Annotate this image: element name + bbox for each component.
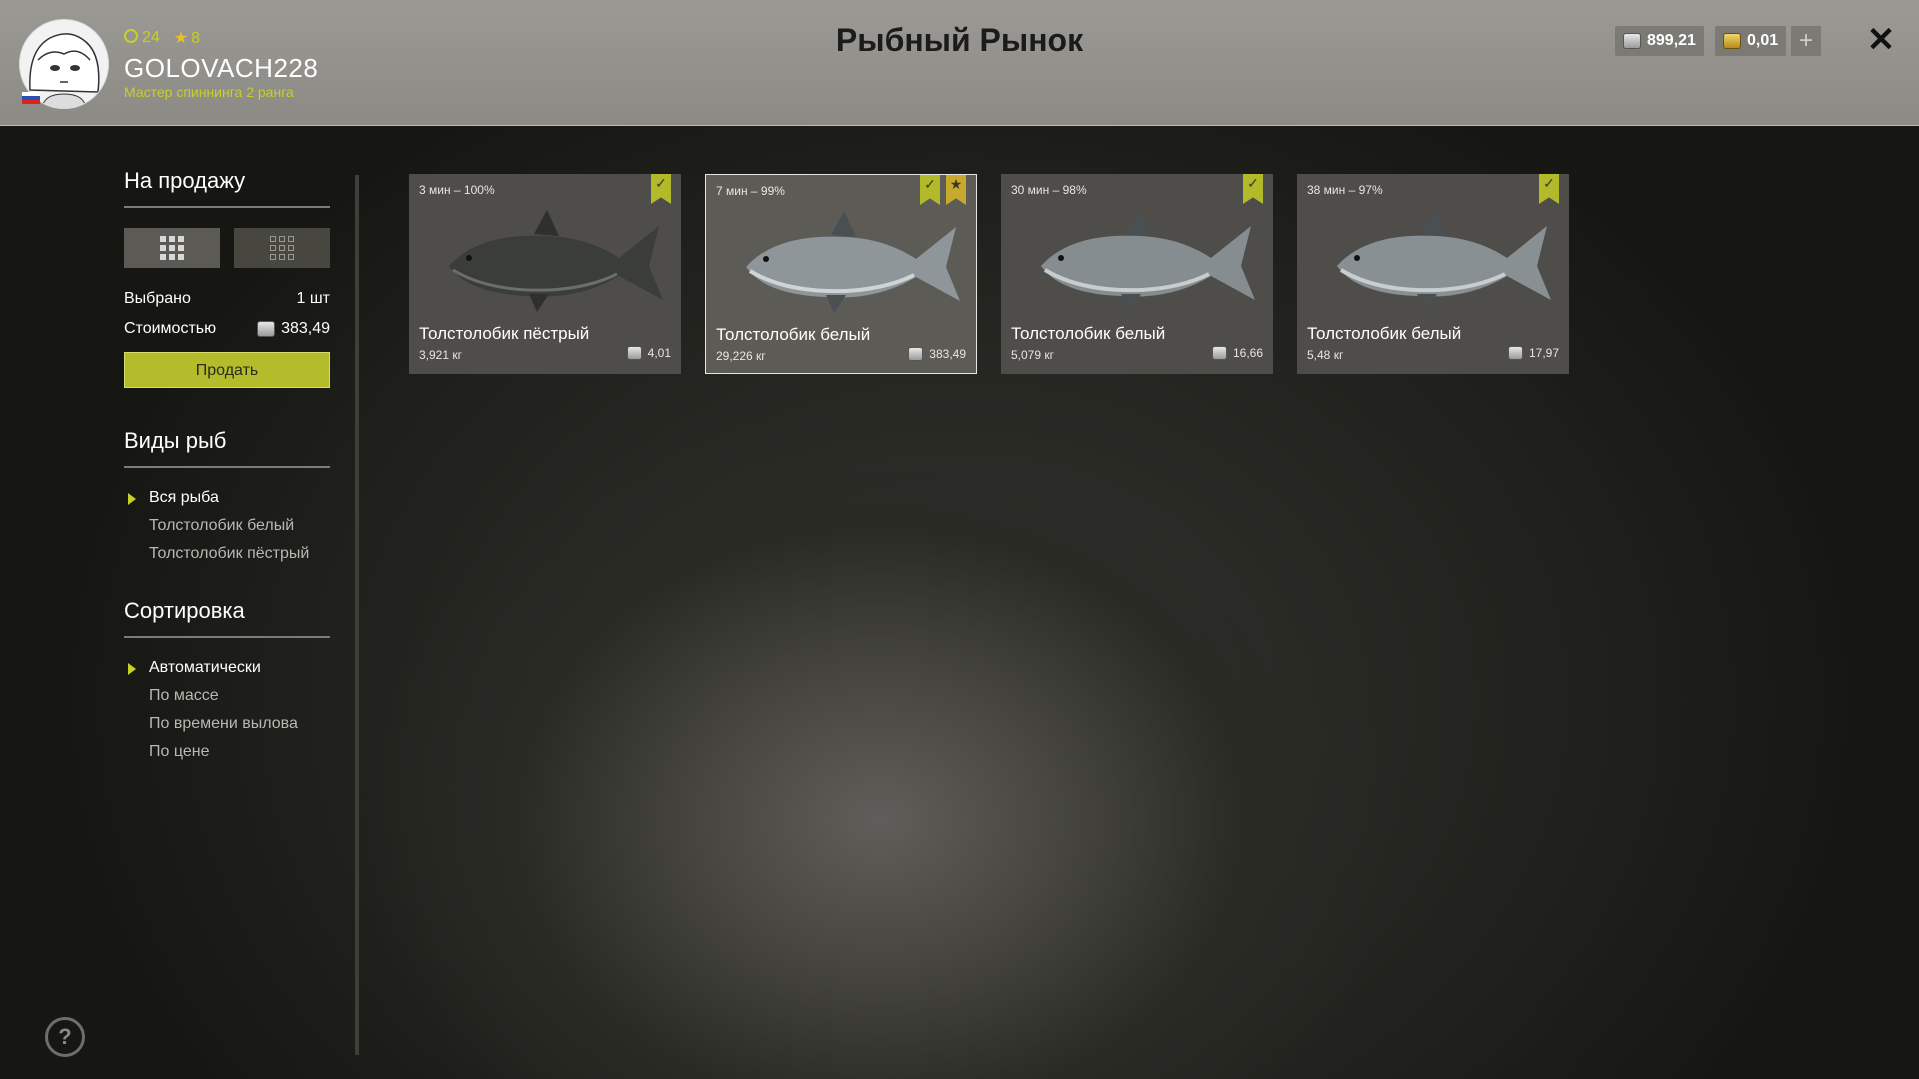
selected-label: Выбрано	[124, 290, 191, 307]
country-flag-icon	[22, 92, 40, 104]
player-rank: Мастер спиннинга 2 ранга	[124, 84, 294, 100]
fish-card[interactable]: 38 мин – 97% ✓ Толстолобик белый 5,48 кг…	[1297, 174, 1569, 374]
fish-name: Толстолобик белый	[1307, 324, 1462, 343]
sort-label: По массе	[149, 687, 219, 704]
plus-icon: +	[1798, 27, 1813, 54]
fish-card[interactable]: 3 мин – 100% ✓ Толстолобик пёстрый 3,921…	[409, 174, 681, 374]
gold-balance: 0,01	[1715, 26, 1787, 56]
silver-balance: 899,21	[1615, 26, 1704, 56]
fish-price: 383,49	[908, 347, 966, 361]
sale-section-title: На продажу	[124, 168, 330, 208]
fish-image	[1041, 210, 1255, 312]
silver-coin-icon	[908, 347, 924, 361]
fish-price: 16,66	[1211, 346, 1263, 360]
catch-time: 30 мин – 98%	[1011, 183, 1087, 197]
add-currency-button[interactable]: +	[1791, 26, 1821, 56]
species-filter: Вся рыба Толстолобик белый Толстолобик п…	[124, 484, 330, 568]
gold-coin-icon	[1723, 33, 1741, 49]
sidebar-divider	[355, 175, 359, 1055]
view-toggle	[124, 228, 330, 268]
silver-coin-icon	[1623, 33, 1641, 49]
large-grid-button[interactable]	[124, 228, 220, 268]
fish-price: 4,01	[626, 346, 671, 360]
selected-arrow-icon	[128, 493, 136, 505]
sidebar: На продажу Выбрано 1 шт Стоимостью 383,4…	[124, 168, 330, 766]
grid-icon	[160, 236, 184, 260]
sell-button[interactable]: Продать	[124, 352, 330, 388]
fish-weight: 5,079 кг	[1011, 348, 1054, 362]
cost-row: Стоимостью 383,49	[124, 320, 330, 338]
filter-item[interactable]: Вся рыба	[124, 484, 330, 512]
filter-label: Толстолобик белый	[149, 517, 295, 534]
fish-image	[449, 210, 663, 312]
filter-label: Толстолобик пёстрый	[149, 545, 310, 562]
sort-label: По времени вылова	[149, 715, 298, 732]
selected-count-row: Выбрано 1 шт	[124, 290, 330, 308]
sort-item[interactable]: По цене	[124, 738, 330, 766]
fish-name: Толстолобик белый	[1011, 324, 1166, 343]
sort-options: Автоматически По массе По времени вылова…	[124, 654, 330, 766]
cost-label: Стоимостью	[124, 320, 217, 337]
fish-price: 17,97	[1507, 346, 1559, 360]
cost-value: 383,49	[281, 320, 330, 337]
close-button[interactable]: ✕	[1863, 22, 1899, 58]
fish-name: Толстолобик белый	[716, 325, 871, 344]
sort-item[interactable]: По массе	[124, 682, 330, 710]
fish-image	[746, 211, 960, 313]
sort-label: По цене	[149, 743, 210, 760]
catch-time: 7 мин – 99%	[716, 184, 785, 198]
filter-item[interactable]: Толстолобик белый	[124, 512, 330, 540]
price-value: 17,97	[1528, 346, 1559, 360]
help-button[interactable]: ?	[45, 1017, 85, 1057]
sort-section-title: Сортировка	[124, 598, 330, 638]
fish-weight: 3,921 кг	[419, 348, 462, 362]
fish-card[interactable]: 30 мин – 98% ✓ Толстолобик белый 5,079 к…	[1001, 174, 1273, 374]
small-grid-button[interactable]	[234, 228, 330, 268]
silver-coin-icon	[626, 346, 642, 360]
filter-label: Вся рыба	[149, 489, 219, 506]
grid-icon	[270, 236, 294, 260]
selected-arrow-icon	[128, 663, 136, 675]
catch-time: 3 мин – 100%	[419, 183, 495, 197]
silver-value: 899,21	[1647, 32, 1696, 49]
species-section-title: Виды рыб	[124, 428, 330, 468]
fish-image	[1337, 210, 1551, 312]
close-icon: ✕	[1866, 21, 1896, 59]
price-value: 16,66	[1232, 346, 1263, 360]
sort-item[interactable]: Автоматически	[124, 654, 330, 682]
selected-value: 1 шт	[296, 290, 330, 307]
sort-item[interactable]: По времени вылова	[124, 710, 330, 738]
price-value: 4,01	[647, 346, 671, 360]
sort-label: Автоматически	[149, 659, 261, 676]
price-value: 383,49	[929, 347, 966, 361]
silver-coin-icon	[1211, 346, 1227, 360]
filter-item[interactable]: Толстолобик пёстрый	[124, 540, 330, 568]
help-icon: ?	[58, 1024, 72, 1049]
fish-name: Толстолобик пёстрый	[419, 324, 590, 343]
top-bar: 24 ★ 8 GOLOVACH228 Мастер спиннинга 2 ран…	[0, 0, 1919, 126]
catch-time: 38 мин – 97%	[1307, 183, 1383, 197]
fish-weight: 29,226 кг	[716, 349, 766, 363]
silver-coin-icon	[1507, 346, 1523, 360]
silver-coin-icon	[257, 321, 276, 337]
fish-weight: 5,48 кг	[1307, 348, 1344, 362]
gold-value: 0,01	[1747, 32, 1779, 49]
fish-card[interactable]: 7 мин – 99% ✓ ★ Толстолобик белый 29,226…	[705, 174, 977, 374]
